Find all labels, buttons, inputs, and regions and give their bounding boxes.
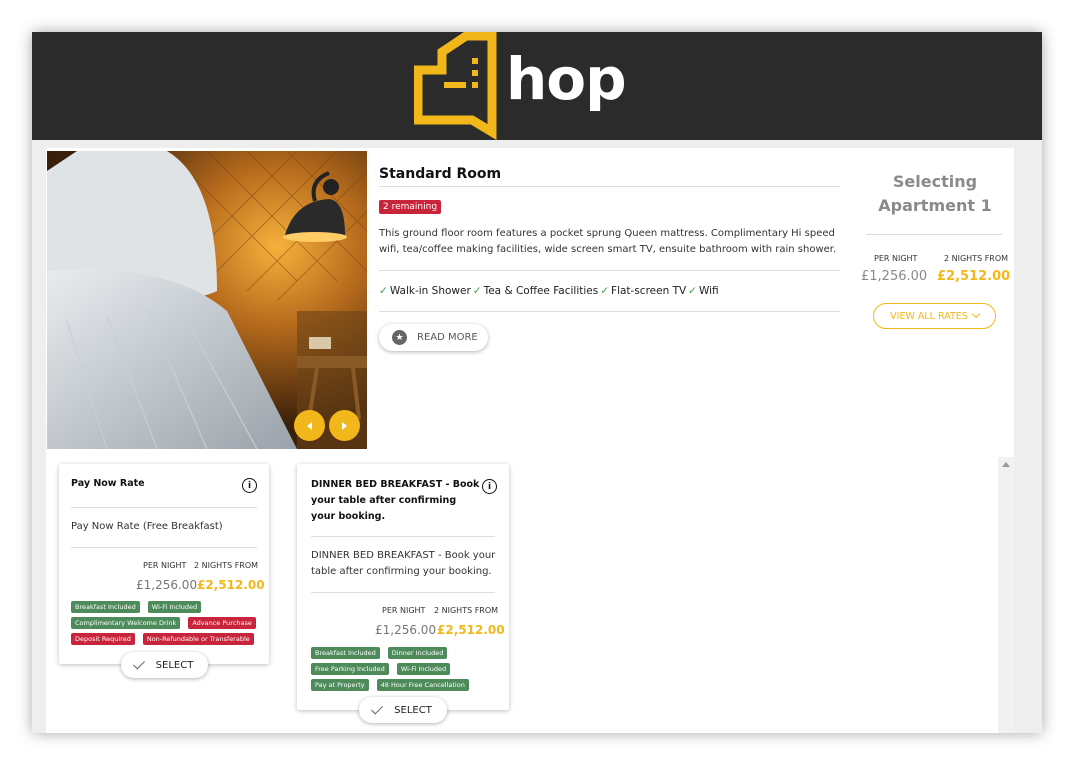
price-total: £2,512.00: [437, 623, 505, 637]
view-all-rates-label: VIEW ALL RATES: [890, 310, 968, 322]
logo-text: hop: [506, 45, 627, 113]
rate-title: Pay Now Rate: [71, 478, 145, 489]
divider: [866, 234, 1002, 235]
prev-photo-button[interactable]: [294, 410, 325, 441]
price-total: £2,512.00: [937, 269, 1011, 284]
divider: [71, 547, 257, 548]
divider: [311, 592, 495, 593]
scroll-up-arrow-icon[interactable]: [1002, 462, 1010, 467]
rate-card: DINNER BED BREAKFAST - Book your table a…: [297, 464, 509, 723]
check-icon: [132, 657, 145, 670]
scrollbar[interactable]: [998, 457, 1014, 733]
rate-card: Pay Now Rate i Pay Now Rate (Free Breakf…: [59, 464, 269, 678]
divider: [379, 186, 840, 187]
rate-tags: Breakfast Included Dinner Included Free Pa…: [311, 647, 475, 691]
check-icon: ✓: [379, 285, 388, 297]
amenity-item: Flat-screen TV: [611, 285, 687, 297]
rate-tag: Advance Purchase: [188, 617, 256, 629]
nights-from-label: 2 NIGHTS FROM: [944, 254, 1009, 263]
rate-tag: Pay at Property: [311, 679, 369, 691]
amenity-item: Tea & Coffee Facilities: [483, 285, 599, 297]
rate-tag: Non-Refundable or Transferable: [142, 633, 254, 645]
room-photo: [47, 151, 367, 449]
next-photo-button[interactable]: [329, 410, 360, 441]
remaining-badge: 2 remaining: [379, 200, 442, 214]
info-icon[interactable]: i: [242, 478, 257, 493]
divider: [311, 536, 495, 537]
rate-tag: Free Parking Included: [311, 663, 389, 675]
divider: [379, 270, 840, 271]
rate-tag: Complimentary Welcome Drink: [71, 617, 181, 629]
check-icon: [371, 702, 384, 715]
read-more-button[interactable]: ★ READ MORE: [379, 324, 488, 351]
arrow-right-icon: [342, 421, 347, 430]
divider: [71, 507, 257, 508]
check-icon: ✓: [472, 285, 482, 297]
bedroom-image: [47, 151, 367, 449]
room-description: This ground floor room features a pocket…: [379, 228, 837, 255]
rate-tag: Dinner Included: [387, 647, 448, 659]
rate-tag: Breakfast Included: [311, 647, 380, 659]
price-per-night: £1,256.00: [136, 578, 198, 592]
room-card: Standard Room 2 remaining This ground fl…: [46, 148, 1014, 733]
check-icon: ✓: [688, 285, 697, 297]
per-night-label: PER NIGHT: [874, 254, 918, 263]
site-header: hop: [32, 32, 1042, 140]
price-per-night: £1,256.00: [375, 623, 437, 637]
price-total: £2,512.00: [197, 578, 265, 592]
rate-tags: Breakfast Included Wi-Fi Included Complime…: [71, 601, 267, 645]
browser-frame: hop Standard Room 2 remaining This groun…: [32, 32, 1042, 733]
price-per-night: £1,256.00: [861, 269, 928, 284]
select-label: SELECT: [394, 704, 432, 716]
select-label: SELECT: [155, 659, 194, 671]
rate-description: DINNER BED BREAKFAST - Book your table a…: [311, 550, 496, 577]
rate-tag: Wi-Fi Included: [396, 663, 451, 675]
view-all-rates-button[interactable]: VIEW ALL RATES: [873, 303, 996, 329]
rate-tag: 48 Hour Free Cancellation: [376, 679, 469, 691]
amenities-list: ✓ Walk-in Shower ✓ Tea & Coffee Facilities ✓…: [379, 285, 721, 297]
amenity-item: Walk-in Shower: [389, 285, 471, 297]
rate-title: DINNER BED BREAKFAST - Book your table a…: [311, 479, 480, 522]
amenity-item: Wifi: [698, 285, 719, 297]
select-button[interactable]: SELECT: [359, 697, 447, 723]
per-night-label: PER NIGHT: [143, 561, 187, 570]
rate-description: Pay Now Rate (Free Breakfast): [71, 521, 223, 532]
room-title: Standard Room: [379, 166, 502, 182]
info-icon[interactable]: i: [482, 479, 497, 494]
nights-from-label: 2 NIGHTS FROM: [194, 561, 259, 570]
star-icon: ★: [392, 330, 407, 345]
rate-tag: Deposit Required: [71, 633, 135, 645]
check-icon: ✓: [600, 285, 610, 297]
arrow-left-icon: [307, 421, 312, 430]
divider: [379, 311, 840, 312]
selecting-heading: Selecting Apartment 1: [878, 172, 992, 215]
nights-from-label: 2 NIGHTS FROM: [434, 606, 499, 615]
per-night-label: PER NIGHT: [382, 606, 426, 615]
rate-tag: Wi-Fi Included: [147, 601, 202, 613]
hop-logo[interactable]: hop: [413, 32, 644, 140]
chevron-down-icon: [971, 309, 981, 319]
read-more-label: READ MORE: [417, 332, 478, 343]
rate-tag: Breakfast Included: [71, 601, 140, 613]
select-button[interactable]: SELECT: [121, 652, 208, 678]
